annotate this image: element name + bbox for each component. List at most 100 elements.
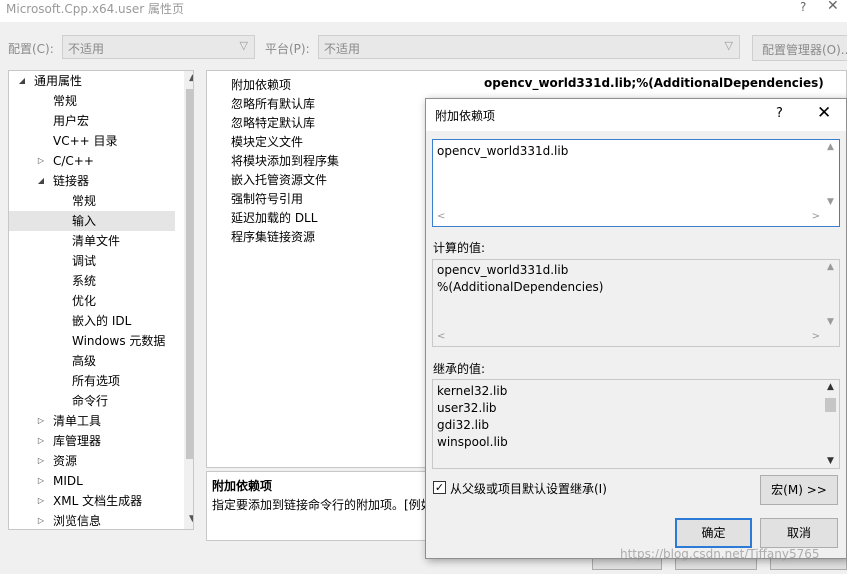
tree-item-label: 通用属性 [34, 74, 83, 88]
tree-item[interactable]: 高级 [9, 351, 175, 371]
config-select[interactable]: 不适用 ▽ [62, 35, 255, 59]
dependencies-input[interactable]: opencv_world331d.lib ▲ ▼ < > [432, 139, 840, 227]
tree-item[interactable]: ▷ 库管理器 [9, 431, 175, 451]
tree-item[interactable]: 优化 [9, 291, 175, 311]
tree-item[interactable]: 系统 [9, 271, 175, 291]
additional-dependencies-dialog: 附加依赖项 ? ✕ opencv_world331d.lib ▲ ▼ < > 计… [425, 98, 847, 559]
macro-button[interactable]: 宏(M) >> [760, 475, 838, 505]
tree-item[interactable]: ▷ MIDL [9, 471, 175, 491]
scrollbar-thumb[interactable] [186, 89, 193, 459]
tree-item-label: 调试 [72, 254, 97, 268]
scroll-right-icon[interactable]: > [812, 211, 820, 222]
scroll-right-icon[interactable]: > [812, 331, 820, 342]
expand-closed-icon[interactable]: ▷ [36, 471, 46, 491]
expand-closed-icon[interactable]: ▷ [36, 151, 46, 171]
tree-item[interactable]: ▷ 资源 [9, 451, 175, 471]
dependencies-input-text[interactable]: opencv_world331d.lib [437, 144, 568, 158]
tree-item[interactable]: 所有选项 [9, 371, 175, 391]
tree-item[interactable]: ◢ 通用属性 [9, 71, 175, 91]
inherited-line: winspool.lib [437, 435, 508, 449]
tree-item-label: 用户宏 [53, 114, 90, 128]
platform-label: 平台(P): [265, 42, 310, 56]
input-vscrollbar[interactable]: ▲ ▼ [822, 140, 839, 209]
tree-item[interactable]: 命令行 [9, 391, 175, 411]
help-icon[interactable]: ? [776, 106, 783, 121]
tree-item[interactable]: 常规 [9, 191, 175, 211]
expand-closed-icon[interactable]: ▷ [36, 411, 46, 431]
config-manager-button[interactable]: 配置管理器(O)... [752, 35, 847, 61]
scroll-left-icon[interactable]: < [437, 211, 445, 222]
expand-closed-icon[interactable]: ▷ [36, 511, 46, 529]
inherit-checkbox[interactable]: ✓ [433, 481, 446, 494]
input-hscrollbar[interactable]: < > [433, 209, 822, 226]
close-icon[interactable]: ✕ [817, 103, 831, 123]
platform-select[interactable]: 不适用 ▽ [318, 35, 740, 59]
property-name: 嵌入托管资源文件 [231, 173, 328, 187]
scroll-down-icon[interactable]: ▼ [822, 456, 839, 466]
scroll-up-icon[interactable]: ▲ [822, 262, 839, 272]
scroll-up-icon[interactable]: ▲ [822, 142, 839, 152]
tree-item-label: XML 文档生成器 [53, 494, 143, 508]
tree-item[interactable]: 用户宏 [9, 111, 175, 131]
tree-item-label: 命令行 [72, 394, 109, 408]
tree-item[interactable]: Windows 元数据 [9, 331, 175, 351]
tree-item[interactable]: 常规 [9, 91, 175, 111]
config-label: 配置(C): [8, 42, 54, 56]
tree-item-label: 浏览信息 [53, 514, 102, 528]
help-icon[interactable]: ? [800, 0, 806, 14]
description-text: 指定要添加到链接命令行的附加项。[例如 [212, 498, 433, 512]
tree-item-label: 常规 [53, 94, 78, 108]
property-name: 附加依赖项 [231, 78, 292, 92]
tree-scrollbar[interactable]: ▲ ▼ [184, 71, 193, 529]
inherited-values-box: kernel32.lib user32.lib gdi32.lib winspo… [432, 379, 840, 469]
tree-item[interactable]: 调试 [9, 251, 175, 271]
tree-item[interactable]: ▷ XML 文档生成器 [9, 491, 175, 511]
scroll-down-icon[interactable]: ▼ [822, 197, 839, 207]
tree-item-label: 嵌入的 IDL [72, 314, 132, 328]
tree-item-label: MIDL [53, 474, 83, 488]
tree-item[interactable]: VC++ 目录 [9, 131, 175, 151]
property-name: 忽略所有默认库 [231, 97, 316, 111]
computed-vscrollbar[interactable]: ▲ ▼ [822, 260, 839, 329]
window-titlebar: Microsoft.Cpp.x64.user 属性页 ? ✕ [0, 0, 847, 22]
close-icon[interactable]: ✕ [827, 0, 839, 14]
scroll-down-icon[interactable]: ▼ [822, 317, 839, 327]
ok-button[interactable]: 确定 [675, 518, 752, 548]
cancel-button[interactable]: 取消 [760, 518, 838, 548]
expand-closed-icon[interactable]: ▷ [36, 491, 46, 511]
property-name: 模块定义文件 [231, 135, 304, 149]
tree-item[interactable]: ▷ 清单工具 [9, 411, 175, 431]
tree-item-label: 高级 [72, 354, 97, 368]
tree-item-label: Windows 元数据 [72, 334, 166, 348]
tree-item-label: 清单工具 [53, 414, 102, 428]
expand-open-icon[interactable]: ◢ [36, 171, 46, 191]
scroll-up-icon[interactable]: ▲ [822, 382, 839, 392]
chevron-down-icon: ▽ [724, 39, 733, 52]
tree-item-label: 所有选项 [72, 374, 121, 388]
tree-item[interactable]: ▷ C/C++ [9, 151, 175, 171]
computed-line: opencv_world331d.lib [437, 263, 569, 277]
expand-closed-icon[interactable]: ▷ [36, 431, 46, 451]
tree-item[interactable]: 嵌入的 IDL [9, 311, 175, 331]
inherited-vscrollbar[interactable]: ▲ ▼ [822, 380, 839, 468]
scroll-up-icon[interactable]: ▲ [184, 73, 193, 83]
property-tree: ◢ 通用属性 常规 用户宏 VC++ 目录 ▷ C/C++ ◢ 链接器 常规 输入 清单文件 调试 系统优… [8, 70, 194, 530]
property-name: 延迟加载的 DLL [231, 211, 318, 225]
scroll-left-icon[interactable]: < [437, 331, 445, 342]
tree-item-label: 清单文件 [72, 234, 121, 248]
scrollbar-thumb[interactable] [825, 398, 836, 412]
tree-item[interactable]: ▷ 浏览信息 [9, 511, 175, 529]
inherit-checkbox-label[interactable]: 从父级或项目默认设置继承(I) [450, 480, 607, 497]
expand-open-icon[interactable]: ◢ [17, 71, 27, 91]
tree-item-label: 优化 [72, 294, 97, 308]
watermark: https://blog.csdn.net/Tiffany5765 [620, 547, 820, 561]
computed-hscrollbar[interactable]: < > [433, 329, 822, 346]
tree-item-label: 系统 [72, 274, 97, 288]
property-value[interactable]: opencv_world331d.lib;%(AdditionalDepende… [484, 76, 824, 90]
expand-closed-icon[interactable]: ▷ [36, 451, 46, 471]
scroll-down-icon[interactable]: ▼ [184, 514, 193, 524]
tree-item[interactable]: 输入 [9, 211, 175, 231]
property-row[interactable]: 附加依赖项 opencv_world331d.lib;%(AdditionalDe… [207, 73, 847, 92]
tree-item[interactable]: ◢ 链接器 [9, 171, 175, 191]
tree-item[interactable]: 清单文件 [9, 231, 175, 251]
